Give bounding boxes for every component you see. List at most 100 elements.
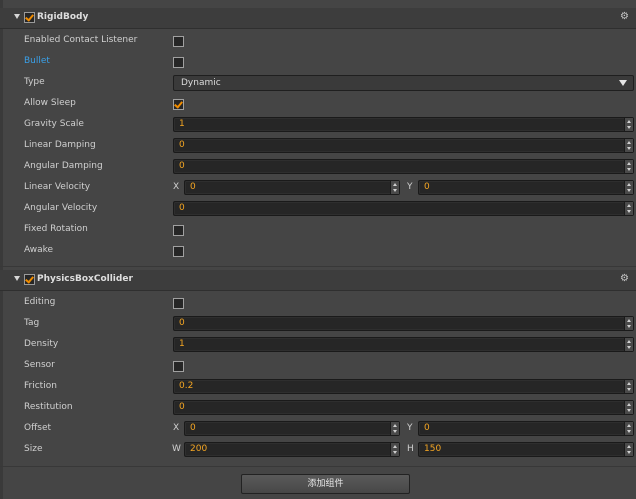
- linear-velocity-x-input[interactable]: 0: [184, 180, 400, 195]
- allow-sleep-checkbox[interactable]: [173, 99, 184, 110]
- angular-velocity-stepper[interactable]: [624, 202, 633, 215]
- bullet-checkbox[interactable]: [173, 57, 184, 68]
- offset-y-value: 0: [424, 423, 430, 433]
- row-editing: Editing: [0, 293, 636, 314]
- friction-value: 0.2: [179, 381, 194, 391]
- linear-velocity-x-label: X: [173, 182, 180, 192]
- linear-velocity-x-value: 0: [190, 182, 196, 192]
- gear-icon[interactable]: ⚙: [620, 12, 629, 22]
- linear-damping-stepper[interactable]: [624, 139, 633, 152]
- row-awake: Awake: [0, 241, 636, 262]
- gravity-scale-stepper[interactable]: [624, 118, 633, 131]
- friction-input[interactable]: 0.2: [173, 379, 634, 394]
- collider-title: PhysicsBoxCollider: [37, 274, 133, 284]
- chevron-down-icon: [619, 80, 627, 86]
- row-linear-velocity: Linear Velocity X 0 Y 0: [0, 178, 636, 199]
- type-select[interactable]: Dynamic: [173, 75, 634, 91]
- rigidbody-header[interactable]: RigidBody ⚙: [0, 8, 636, 29]
- linear-velocity-y-stepper[interactable]: [624, 181, 633, 194]
- linear-velocity-y-value: 0: [424, 182, 430, 192]
- enabled-contact-listener-label: Enabled Contact Listener: [24, 35, 138, 45]
- density-input[interactable]: 1: [173, 337, 634, 352]
- editing-label: Editing: [24, 297, 56, 307]
- bullet-label[interactable]: Bullet: [24, 56, 50, 66]
- gravity-scale-input[interactable]: 1: [173, 117, 634, 132]
- row-enabled-contact-listener: Enabled Contact Listener: [0, 31, 636, 52]
- type-label: Type: [24, 77, 45, 87]
- linear-velocity-x-stepper[interactable]: [390, 181, 399, 194]
- row-allow-sleep: Allow Sleep: [0, 94, 636, 115]
- size-w-value: 200: [190, 444, 208, 454]
- offset-y-label: Y: [407, 423, 413, 433]
- friction-label: Friction: [24, 381, 57, 391]
- collapse-triangle-icon[interactable]: [14, 14, 20, 19]
- row-angular-velocity: Angular Velocity 0: [0, 199, 636, 220]
- size-w-stepper[interactable]: [390, 443, 399, 456]
- linear-velocity-label: Linear Velocity: [24, 182, 91, 192]
- size-w-label: W: [172, 444, 181, 454]
- sensor-checkbox[interactable]: [173, 361, 184, 372]
- gear-icon[interactable]: ⚙: [620, 274, 629, 284]
- row-offset: Offset X 0 Y 0: [0, 419, 636, 440]
- section-divider: [0, 466, 636, 467]
- row-sensor: Sensor: [0, 356, 636, 377]
- editing-checkbox[interactable]: [173, 298, 184, 309]
- row-size: Size W 200 H 150: [0, 440, 636, 461]
- row-friction: Friction 0.2: [0, 377, 636, 398]
- row-type: Type Dynamic: [0, 73, 636, 94]
- size-w-input[interactable]: 200: [184, 442, 400, 457]
- linear-velocity-y-label: Y: [407, 182, 413, 192]
- restitution-value: 0: [179, 402, 185, 412]
- collapse-triangle-icon[interactable]: [14, 276, 20, 281]
- row-bullet: Bullet: [0, 52, 636, 73]
- size-h-input[interactable]: 150: [418, 442, 634, 457]
- section-divider: [0, 266, 636, 267]
- enabled-contact-listener-checkbox[interactable]: [173, 36, 184, 47]
- angular-damping-stepper[interactable]: [624, 160, 633, 173]
- restitution-stepper[interactable]: [624, 401, 633, 414]
- size-h-stepper[interactable]: [624, 443, 633, 456]
- add-component-button[interactable]: 添加组件: [241, 474, 410, 494]
- collider-enabled-checkbox[interactable]: [24, 274, 35, 285]
- gravity-scale-label: Gravity Scale: [24, 119, 84, 129]
- type-select-value: Dynamic: [181, 78, 221, 88]
- allow-sleep-label: Allow Sleep: [24, 98, 76, 108]
- offset-y-stepper[interactable]: [624, 422, 633, 435]
- offset-x-value: 0: [190, 423, 196, 433]
- density-stepper[interactable]: [624, 338, 633, 351]
- tag-stepper[interactable]: [624, 317, 633, 330]
- size-label: Size: [24, 444, 43, 454]
- density-label: Density: [24, 339, 59, 349]
- row-restitution: Restitution 0: [0, 398, 636, 419]
- tag-value: 0: [179, 318, 185, 328]
- density-value: 1: [179, 339, 185, 349]
- awake-checkbox[interactable]: [173, 246, 184, 257]
- linear-velocity-y-input[interactable]: 0: [418, 180, 634, 195]
- friction-stepper[interactable]: [624, 380, 633, 393]
- row-fixed-rotation: Fixed Rotation: [0, 220, 636, 241]
- offset-x-input[interactable]: 0: [184, 421, 400, 436]
- angular-damping-input[interactable]: 0: [173, 159, 634, 174]
- restitution-input[interactable]: 0: [173, 400, 634, 415]
- offset-x-label: X: [173, 423, 180, 433]
- fixed-rotation-checkbox[interactable]: [173, 225, 184, 236]
- offset-y-input[interactable]: 0: [418, 421, 634, 436]
- row-angular-damping: Angular Damping 0: [0, 157, 636, 178]
- size-h-value: 150: [424, 444, 442, 454]
- row-tag: Tag 0: [0, 314, 636, 335]
- angular-velocity-label: Angular Velocity: [24, 203, 98, 213]
- angular-damping-label: Angular Damping: [24, 161, 103, 171]
- offset-label: Offset: [24, 423, 52, 433]
- linear-damping-input[interactable]: 0: [173, 138, 634, 153]
- collider-header[interactable]: PhysicsBoxCollider ⚙: [0, 270, 636, 291]
- gravity-scale-value: 1: [179, 119, 185, 129]
- restitution-label: Restitution: [24, 402, 73, 412]
- rigidbody-title: RigidBody: [37, 12, 89, 22]
- sensor-label: Sensor: [24, 360, 55, 370]
- angular-damping-value: 0: [179, 161, 185, 171]
- rigidbody-enabled-checkbox[interactable]: [24, 12, 35, 23]
- tag-input[interactable]: 0: [173, 316, 634, 331]
- offset-x-stepper[interactable]: [390, 422, 399, 435]
- row-density: Density 1: [0, 335, 636, 356]
- angular-velocity-input[interactable]: 0: [173, 201, 634, 216]
